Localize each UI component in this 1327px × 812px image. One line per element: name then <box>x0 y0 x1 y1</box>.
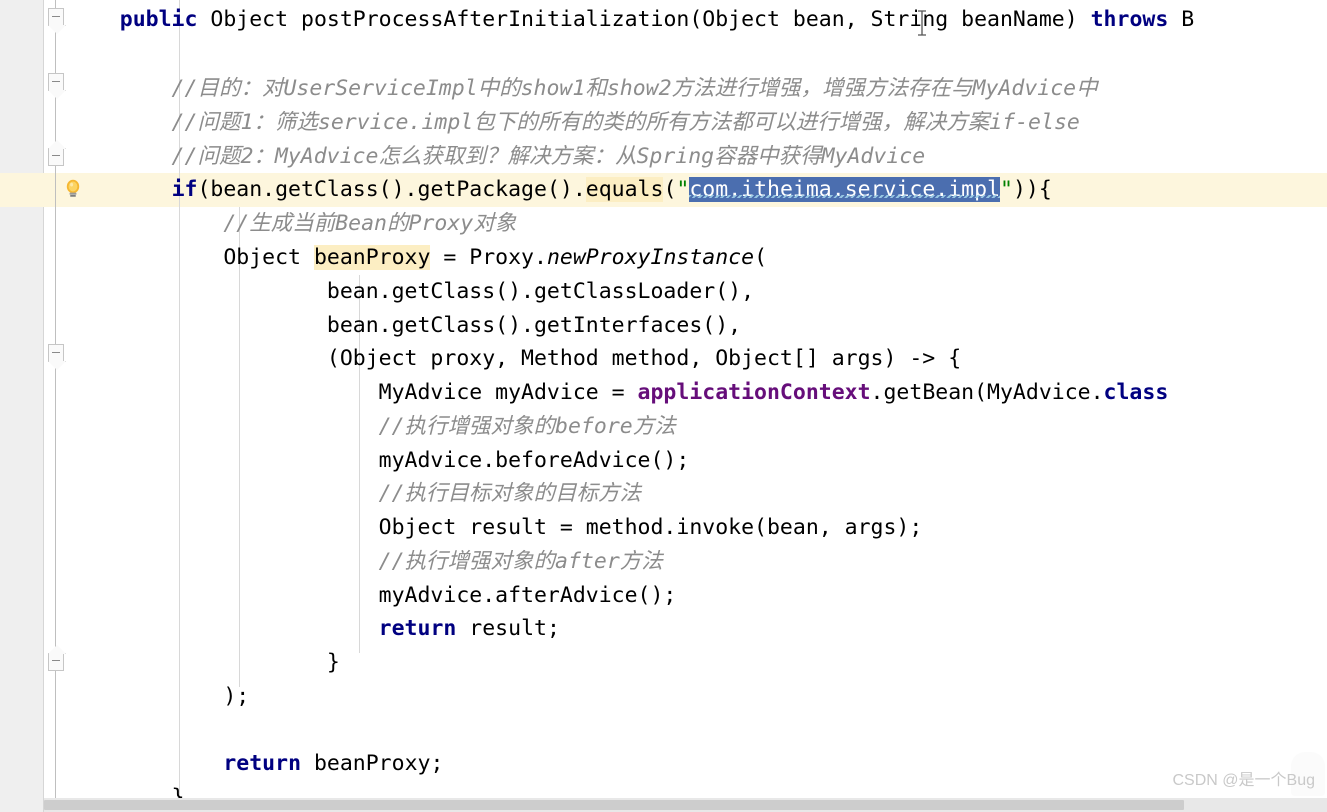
code-token-plain: ( <box>754 245 768 270</box>
code-token-kw: if <box>171 177 198 202</box>
code-line[interactable]: if(bean.getClass().getPackage().equals("… <box>68 173 1052 207</box>
horizontal-scrollbar[interactable] <box>44 798 1327 812</box>
code-token-kw: throws <box>1090 7 1169 32</box>
fold-marker-lambda[interactable] <box>48 344 64 362</box>
code-token-kw: return <box>378 616 457 641</box>
code-token-cmt: //问题2：MyAdvice怎么获取到？解决方案：从Spring容器中获得MyA… <box>68 144 926 169</box>
selected-text: com.itheima.service.impl <box>689 177 1001 202</box>
code-token-plain: (bean.getClass().getPackage(). <box>197 177 586 202</box>
code-text-area[interactable]: public Object postProcessAfterInitializa… <box>0 0 1327 798</box>
spellcheck-squiggle <box>689 195 1001 198</box>
code-token-plain: )){ <box>1012 177 1052 202</box>
csdn-watermark: CSDN @是一个Bug <box>1172 772 1316 789</box>
code-folding-strip[interactable] <box>45 0 67 812</box>
horizontal-scrollbar-thumb[interactable] <box>44 800 1184 810</box>
lightbulb-icon[interactable] <box>64 178 82 200</box>
code-token-cmt: //生成当前Bean的Proxy对象 <box>68 211 517 236</box>
code-token-plain: result; <box>456 616 560 641</box>
code-line[interactable]: bean.getClass().getInterfaces(), <box>68 309 741 343</box>
code-line[interactable]: //问题2：MyAdvice怎么获取到？解决方案：从Spring容器中获得MyA… <box>68 140 926 174</box>
code-token-plain: Object result = method.invoke(bean, args… <box>68 515 923 540</box>
code-line[interactable]: return beanProxy; <box>68 747 443 781</box>
code-token-plain: (Object proxy, Method method, Object[] a… <box>68 346 962 371</box>
fold-marker-class-end[interactable] <box>48 653 64 671</box>
code-line[interactable]: //执行目标对象的目标方法 <box>68 477 641 511</box>
code-token-method-it: newProxyInstance <box>546 245 755 270</box>
gutter-current-line-highlight <box>0 173 44 207</box>
code-token-str: " <box>1000 177 1013 202</box>
mouse-text-cursor-icon <box>916 9 928 37</box>
code-token-kw: public <box>119 7 198 32</box>
code-token-plain: = Proxy. <box>430 245 547 270</box>
code-line[interactable]: //执行增强对象的before方法 <box>68 410 676 444</box>
code-line[interactable]: //问题1：筛选service.impl包下的所有的类的所有方法都可以进行增强，… <box>68 106 1080 140</box>
code-line[interactable]: Object beanProxy = Proxy.newProxyInstanc… <box>68 241 767 275</box>
code-token-plain: bean.getClass().getInterfaces(), <box>68 313 742 338</box>
editor-gutter[interactable] <box>0 0 44 812</box>
code-token-plain: Object postProcessAfterInitialization(Ob… <box>197 7 1091 32</box>
code-token-cmt: //问题1：筛选service.impl包下的所有的类的所有方法都可以进行增强，… <box>68 110 1080 135</box>
code-token-field: applicationContext <box>637 380 871 405</box>
code-token-plain: beanProxy; <box>301 751 444 776</box>
code-line[interactable]: Object result = method.invoke(bean, args… <box>68 511 923 545</box>
code-token-plain: } <box>68 785 185 798</box>
code-line[interactable]: myAdvice.beforeAdvice(); <box>68 444 690 478</box>
code-token-plain: myAdvice.afterAdvice(); <box>68 583 677 608</box>
code-line[interactable]: return result; <box>68 612 560 646</box>
code-token-cmt: //执行增强对象的before方法 <box>68 414 676 439</box>
code-token-kw: class <box>1103 380 1169 405</box>
code-token-cmt: //目的：对UserServiceImpl中的show1和show2方法进行增强… <box>68 76 1098 101</box>
code-token-cmt: //执行目标对象的目标方法 <box>68 481 642 506</box>
code-line[interactable]: } <box>68 781 185 798</box>
code-token-plain: .getBean(MyAdvice. <box>870 380 1104 405</box>
code-line[interactable]: public Object postProcessAfterInitializa… <box>68 3 1194 37</box>
code-line[interactable]: //执行增强对象的after方法 <box>68 545 663 579</box>
code-token-plain: B <box>1168 7 1195 32</box>
code-line[interactable]: //生成当前Bean的Proxy对象 <box>68 207 516 241</box>
code-token-plain: bean.getClass().getClassLoader(), <box>68 279 755 304</box>
code-editor-window: public Object postProcessAfterInitializa… <box>0 0 1327 812</box>
code-line[interactable]: myAdvice.afterAdvice(); <box>68 579 677 613</box>
code-token-plain: ); <box>68 684 250 709</box>
code-token-kw: return <box>223 751 302 776</box>
fold-guide-line <box>55 0 56 800</box>
code-token-cmt: //执行增强对象的after方法 <box>68 549 663 574</box>
code-line[interactable]: (Object proxy, Method method, Object[] a… <box>68 342 961 376</box>
code-token-str: " <box>676 177 690 202</box>
code-token-plain: } <box>68 650 340 675</box>
code-token-hl: equals <box>585 177 664 202</box>
code-token-plain: myAdvice.beforeAdvice(); <box>68 448 690 473</box>
code-line[interactable]: ); <box>68 680 249 714</box>
code-line[interactable]: //目的：对UserServiceImpl中的show1和show2方法进行增强… <box>68 72 1098 106</box>
code-token-hl: beanProxy <box>313 245 431 270</box>
code-line[interactable]: bean.getClass().getClassLoader(), <box>68 275 754 309</box>
fold-marker-if-block[interactable] <box>48 148 64 166</box>
code-line[interactable]: MyAdvice myAdvice = applicationContext.g… <box>68 376 1169 410</box>
code-token-plain: MyAdvice myAdvice = <box>68 380 638 405</box>
fold-marker-comment-block[interactable] <box>48 73 64 91</box>
code-token-plain: ( <box>663 177 677 202</box>
code-token-plain: Object <box>68 245 314 270</box>
fold-marker-method[interactable] <box>48 8 64 26</box>
code-line[interactable]: } <box>68 646 340 680</box>
